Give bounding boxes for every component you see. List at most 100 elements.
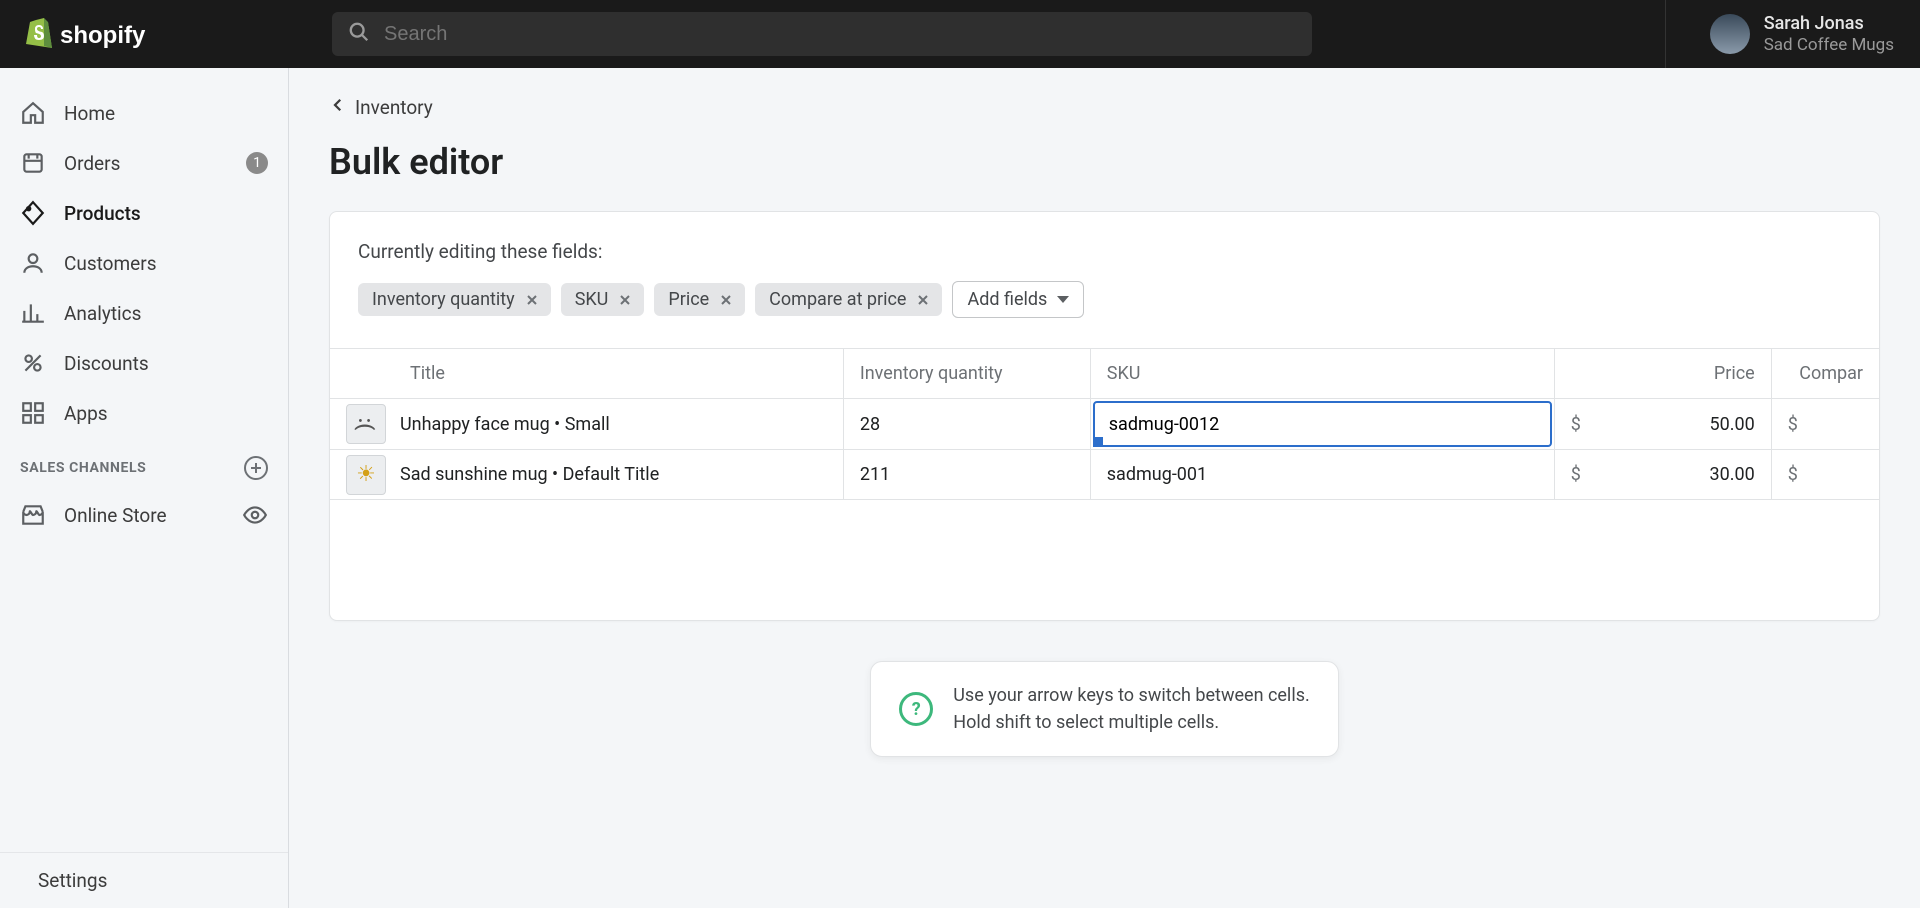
sidebar-item-label: Customers xyxy=(64,252,157,275)
sidebar-item-label: Settings xyxy=(38,869,107,892)
sidebar-item-label: Apps xyxy=(64,402,108,425)
user-name: Sarah Jonas xyxy=(1764,13,1894,35)
column-header-price[interactable]: Price xyxy=(1555,349,1772,399)
price-value: 30.00 xyxy=(1709,464,1754,485)
caret-down-icon xyxy=(1057,296,1069,303)
sidebar-item-label: Discounts xyxy=(64,352,149,375)
sidebar-item-label: Orders xyxy=(64,152,120,175)
question-icon: ? xyxy=(899,692,933,726)
cell-title[interactable]: Unhappy face mug • Small xyxy=(330,399,844,450)
hint-line: Use your arrow keys to switch between ce… xyxy=(953,682,1309,709)
chip-label: Price xyxy=(668,289,709,310)
cell-compare[interactable]: $ xyxy=(1772,399,1879,450)
chip-label: Compare at price xyxy=(769,289,906,310)
chip-remove-icon[interactable] xyxy=(616,291,634,309)
customers-icon xyxy=(20,250,46,276)
sidebar: Home Orders 1 Products Customers A xyxy=(0,68,289,908)
hint-line: Hold shift to select multiple cells. xyxy=(953,709,1309,736)
bulk-editor-table: Title Inventory quantity SKU Price Compa… xyxy=(330,349,1879,500)
sku-input[interactable] xyxy=(1093,401,1552,447)
currency-symbol: $ xyxy=(1571,414,1581,435)
table-row: Sad sunshine mug • Default Title 211 sad… xyxy=(330,450,1879,500)
currency-symbol: $ xyxy=(1571,464,1581,485)
keyboard-hint-toast: ? Use your arrow keys to switch between … xyxy=(870,661,1338,757)
cell-qty[interactable]: 211 xyxy=(844,450,1091,500)
currency-symbol: $ xyxy=(1788,464,1798,485)
orders-icon xyxy=(20,150,46,176)
column-header-title[interactable]: Title xyxy=(330,349,844,399)
topbar-divider xyxy=(1665,0,1666,68)
sidebar-item-analytics[interactable]: Analytics xyxy=(0,288,288,338)
chip-inventory-quantity: Inventory quantity xyxy=(358,283,551,316)
product-title: Unhappy face mug • Small xyxy=(400,414,610,435)
breadcrumb-label: Inventory xyxy=(355,96,433,119)
breadcrumb-back[interactable]: Inventory xyxy=(329,96,433,119)
global-search[interactable] xyxy=(332,12,1312,56)
column-header-sku[interactable]: SKU xyxy=(1091,349,1555,399)
svg-text:shopify: shopify xyxy=(60,22,146,49)
products-icon xyxy=(20,200,46,226)
store-icon xyxy=(20,502,46,528)
section-label: SALES CHANNELS xyxy=(20,460,146,476)
cell-price[interactable]: $ 30.00 xyxy=(1555,450,1772,500)
view-store-icon[interactable] xyxy=(242,502,268,528)
chip-sku: SKU xyxy=(561,283,645,316)
chip-remove-icon[interactable] xyxy=(523,291,541,309)
cell-sku-active[interactable] xyxy=(1091,399,1555,450)
sidebar-item-label: Products xyxy=(64,202,141,225)
add-channel-button[interactable] xyxy=(244,456,268,480)
chip-label: Inventory quantity xyxy=(372,289,515,310)
chip-compare-at-price: Compare at price xyxy=(755,283,942,316)
sidebar-item-discounts[interactable]: Discounts xyxy=(0,338,288,388)
product-title: Sad sunshine mug • Default Title xyxy=(400,464,659,485)
sidebar-item-settings[interactable]: Settings xyxy=(0,852,288,908)
add-fields-label: Add fields xyxy=(967,289,1047,310)
chip-price: Price xyxy=(654,283,745,316)
sidebar-item-label: Online Store xyxy=(64,504,167,527)
chip-remove-icon[interactable] xyxy=(717,291,735,309)
add-fields-button[interactable]: Add fields xyxy=(952,281,1084,318)
sidebar-item-customers[interactable]: Customers xyxy=(0,238,288,288)
chip-label: SKU xyxy=(575,289,609,310)
orders-badge: 1 xyxy=(246,152,268,174)
sidebar-item-orders[interactable]: Orders 1 xyxy=(0,138,288,188)
column-header-qty[interactable]: Inventory quantity xyxy=(844,349,1091,399)
sidebar-item-label: Home xyxy=(64,102,115,125)
field-chips: Inventory quantity SKU Price xyxy=(358,281,1851,318)
sidebar-item-apps[interactable]: Apps xyxy=(0,388,288,438)
currency-symbol: $ xyxy=(1788,414,1798,435)
shopify-logo[interactable]: shopify xyxy=(18,14,308,54)
discounts-icon xyxy=(20,350,46,376)
cell-price[interactable]: $ 50.00 xyxy=(1555,399,1772,450)
product-thumbnail xyxy=(346,455,386,495)
sidebar-item-home[interactable]: Home xyxy=(0,88,288,138)
topbar: shopify Sarah Jonas Sad Coffee Mugs xyxy=(0,0,1920,68)
table-row: Unhappy face mug • Small 28 $ xyxy=(330,399,1879,450)
price-value: 50.00 xyxy=(1709,414,1754,435)
cell-compare[interactable]: $ xyxy=(1772,450,1879,500)
search-input[interactable] xyxy=(384,23,1296,46)
cell-qty[interactable]: 28 xyxy=(844,399,1091,450)
sales-channels-header: SALES CHANNELS xyxy=(0,438,288,490)
chevron-left-icon xyxy=(329,96,347,119)
search-icon xyxy=(348,21,370,47)
cell-fill-handle[interactable] xyxy=(1093,437,1103,447)
sidebar-item-label: Analytics xyxy=(64,302,141,325)
bulk-editor-card: Currently editing these fields: Inventor… xyxy=(329,211,1880,621)
cell-sku[interactable]: sadmug-001 xyxy=(1091,450,1555,500)
home-icon xyxy=(20,100,46,126)
avatar xyxy=(1710,14,1750,54)
user-store: Sad Coffee Mugs xyxy=(1764,35,1894,55)
apps-icon xyxy=(20,400,46,426)
editing-label: Currently editing these fields: xyxy=(358,240,1851,263)
page-title: Bulk editor xyxy=(329,141,1880,183)
column-header-compare[interactable]: Compar xyxy=(1772,349,1879,399)
sidebar-item-online-store[interactable]: Online Store xyxy=(0,490,288,540)
analytics-icon xyxy=(20,300,46,326)
user-menu[interactable]: Sarah Jonas Sad Coffee Mugs xyxy=(1690,13,1902,55)
product-thumbnail xyxy=(346,404,386,444)
cell-title[interactable]: Sad sunshine mug • Default Title xyxy=(330,450,844,500)
main-content: Inventory Bulk editor Currently editing … xyxy=(289,68,1920,908)
chip-remove-icon[interactable] xyxy=(914,291,932,309)
sidebar-item-products[interactable]: Products xyxy=(0,188,288,238)
